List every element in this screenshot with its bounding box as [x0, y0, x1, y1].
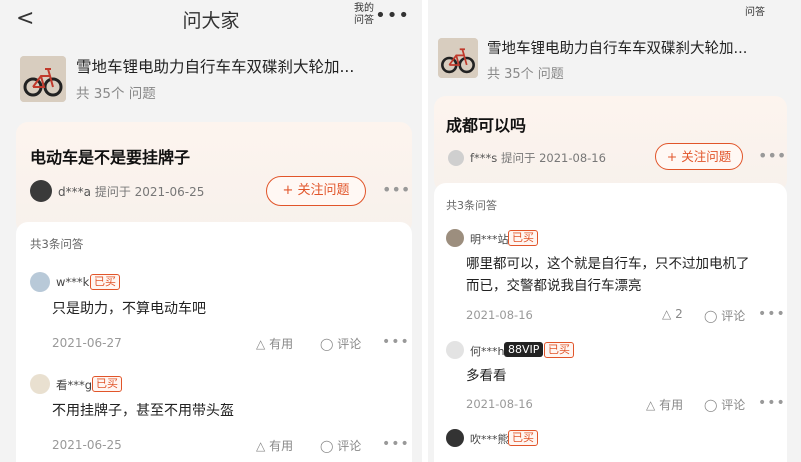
comment-button[interactable]: ◯ 评论 — [704, 396, 745, 413]
follow-question-button[interactable]: + 关注问题 — [266, 176, 366, 206]
more-icon[interactable]: ••• — [382, 180, 410, 199]
more-icon[interactable]: ••• — [758, 306, 786, 322]
question-card[interactable]: 电动车是不是要挂牌子 d***a 提问于 2021-06-25 + 关注问题 •… — [16, 122, 412, 234]
answer-date: 2021-06-27 — [52, 336, 122, 350]
asker-avatar — [448, 150, 464, 166]
vip-badge: 88VIP — [504, 342, 544, 357]
user-name: 吹***熊 — [470, 433, 509, 446]
product-summary[interactable]: 雪地车锂电助力自行车车双碟刹大轮加... 共 35个 问题 — [0, 54, 422, 116]
user-avatar — [30, 374, 50, 394]
asker-info: d***a 提问于 2021-06-25 — [58, 183, 204, 200]
answer-text: 多看看 — [466, 368, 507, 384]
asker-info: f***s 提问于 2021-08-16 — [470, 150, 606, 166]
useful-button[interactable]: △ 有用 — [646, 396, 683, 413]
more-icon[interactable]: ••• — [382, 436, 410, 452]
answers-count: 共3条问答 — [446, 199, 497, 212]
answer-date: 2021-08-16 — [466, 397, 533, 411]
answers-card: 共3条问答 w***k 已买 只是助力，不算电动车吧 2021-06-27 △ … — [16, 222, 412, 462]
answer-text: 只是助力，不算电动车吧 — [52, 301, 206, 317]
user-name: w***k — [56, 275, 90, 289]
user-name: 明***站 — [470, 233, 509, 246]
follow-question-button[interactable]: + 关注问题 — [655, 143, 743, 170]
asker-avatar — [30, 180, 52, 202]
user-avatar — [446, 229, 464, 247]
thumb-up-icon: △ — [646, 398, 656, 412]
comment-icon: ◯ — [320, 439, 334, 453]
comment-button[interactable]: ◯ 评论 — [320, 335, 361, 352]
user-avatar — [30, 272, 50, 292]
user-name: 看***g — [56, 378, 93, 392]
question-title: 成都可以吗 — [446, 116, 527, 135]
question-title: 电动车是不是要挂牌子 — [30, 148, 191, 167]
product-summary[interactable]: 雪地车锂电助力自行车车双碟刹大轮加... 共 35个 问题 — [428, 36, 801, 98]
more-icon[interactable]: ••• — [758, 146, 786, 165]
asker-name: d***a — [58, 185, 91, 199]
more-icon[interactable]: ••• — [758, 395, 786, 411]
question-card[interactable]: 成都可以吗 f***s 提问于 2021-08-16 + 关注问题 ••• — [434, 96, 787, 192]
useful-button[interactable]: △ 有用 — [256, 335, 293, 352]
product-thumbnail — [438, 38, 478, 78]
useful-button[interactable]: △ 2 — [662, 307, 683, 321]
comment-icon: ◯ — [704, 309, 718, 323]
bought-badge: 已买 — [508, 430, 538, 446]
left-panel: < 问大家 我的问答 ••• 雪地车锂电助力自行车车双碟刹大轮加... 共 35… — [0, 0, 422, 462]
answer-date: 2021-08-16 — [466, 308, 533, 322]
answer-text-line-1: 哪里都可以，这个就是自行车，只不过加电机了 — [466, 256, 750, 272]
thumb-up-icon: △ — [256, 337, 266, 351]
user-avatar — [446, 341, 464, 359]
question-count: 共 35个 问题 — [76, 86, 156, 102]
right-panel: 问答 雪地车锂电助力自行车车双碟刹大轮加... 共 35个 问题 成都可以吗 f… — [428, 0, 801, 462]
asked-date: 提问于 2021-06-25 — [94, 185, 205, 199]
my-qa-button-partial[interactable]: 问答 — [745, 3, 765, 18]
more-icon[interactable]: ••• — [375, 5, 410, 26]
user-avatar — [446, 429, 464, 447]
bought-badge: 已买 — [544, 342, 574, 358]
user-name: 何***h — [470, 345, 505, 358]
my-qa-button[interactable]: 我的问答 — [350, 3, 378, 27]
comment-button[interactable]: ◯ 评论 — [704, 307, 745, 324]
comment-icon: ◯ — [320, 337, 334, 351]
product-name: 雪地车锂电助力自行车车双碟刹大轮加... — [487, 41, 748, 57]
answers-count: 共3条问答 — [30, 237, 84, 251]
bought-badge: 已买 — [508, 230, 538, 246]
question-count: 共 35个 问题 — [487, 67, 564, 82]
useful-button[interactable]: △ 有用 — [256, 437, 293, 454]
header: < 问大家 我的问答 ••• — [0, 0, 422, 40]
asker-name: f***s — [470, 151, 498, 165]
comment-icon: ◯ — [704, 398, 718, 412]
comment-button[interactable]: ◯ 评论 — [320, 437, 361, 454]
product-thumbnail — [20, 56, 66, 102]
more-icon[interactable]: ••• — [382, 334, 410, 350]
asked-date: 提问于 2021-08-16 — [500, 151, 606, 165]
bought-badge: 已买 — [90, 274, 120, 290]
answer-text: 不用挂牌子，甚至不用带头盔 — [52, 403, 234, 419]
answer-date: 2021-06-25 — [52, 438, 122, 452]
thumb-up-icon: △ — [256, 439, 266, 453]
thumb-up-icon: △ — [662, 307, 672, 321]
product-name: 雪地车锂电助力自行车车双碟刹大轮加... — [76, 58, 355, 76]
bought-badge: 已买 — [92, 376, 122, 392]
answer-text-line-2: 而已，交警都说我自行车漂亮 — [466, 278, 642, 294]
answers-card: 共3条问答 明***站 已买 哪里都可以，这个就是自行车，只不过加电机了 而已，… — [434, 183, 787, 462]
